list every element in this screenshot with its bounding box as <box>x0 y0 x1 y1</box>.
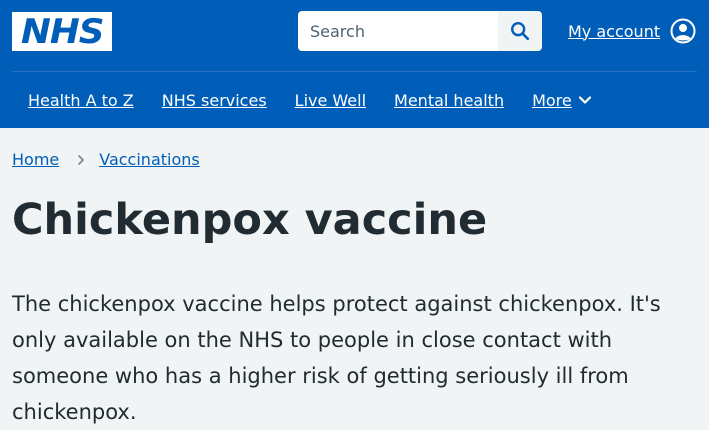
nav-item-mental-health[interactable]: Mental health <box>394 91 504 110</box>
page-title: Chickenpox vaccine <box>12 195 488 245</box>
search-button[interactable] <box>498 11 542 51</box>
lede-text: The chickenpox vaccine helps protect aga… <box>12 292 661 424</box>
chevron-down-icon <box>578 93 592 107</box>
my-account-link[interactable]: My account <box>568 15 696 47</box>
primary-navigation: Health A to Z NHS services Live Well Men… <box>0 72 709 128</box>
nhs-logo[interactable]: NHS <box>12 12 112 51</box>
chevron-right-icon <box>77 154 85 166</box>
nav-item-health-a-to-z[interactable]: Health A to Z <box>28 91 134 110</box>
breadcrumb-vaccinations[interactable]: Vaccinations <box>99 150 199 169</box>
site-header: NHS My account Health A to Z NHS service… <box>0 0 709 128</box>
nav-item-more[interactable]: More <box>532 91 592 110</box>
breadcrumb: Home Vaccinations <box>12 150 200 169</box>
search-icon <box>511 22 530 41</box>
search-form <box>298 11 542 51</box>
search-input[interactable] <box>298 11 498 51</box>
breadcrumb-home[interactable]: Home <box>12 150 59 169</box>
user-circle-icon <box>670 18 696 44</box>
nav-item-nhs-services[interactable]: NHS services <box>162 91 267 110</box>
nav-item-live-well[interactable]: Live Well <box>295 91 366 110</box>
nav-item-more-label: More <box>532 90 572 110</box>
my-account-label: My account <box>568 21 661 41</box>
nhs-logo-text: NHS <box>20 11 104 52</box>
